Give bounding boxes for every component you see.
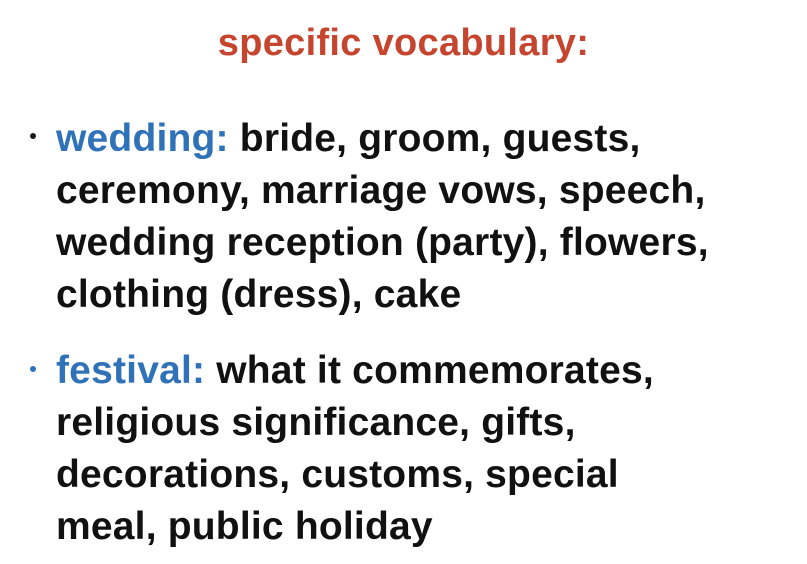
bullet-text: wedding: bride, groom, guests, ceremony,… xyxy=(56,113,800,321)
bullet-label-wedding: wedding: xyxy=(56,117,229,160)
bullet-label-festival: festival: xyxy=(56,349,206,392)
bullet-dot xyxy=(30,366,36,372)
slide-title: specific vocabulary: xyxy=(217,22,590,64)
bullet-line: what it commemorates, xyxy=(216,349,654,392)
bullet-dot xyxy=(30,133,36,139)
bullet-line: meal, public holiday xyxy=(56,505,433,548)
bullet-line: wedding reception (party), flowers, xyxy=(56,221,709,264)
bullet-wedding: wedding: bride, groom, guests, ceremony,… xyxy=(20,113,800,321)
bullet-line: bride, groom, guests, xyxy=(239,117,641,160)
bullet-festival: festival: what it commemorates, religiou… xyxy=(20,345,800,553)
slide: specific vocabulary: wedding: bride, gro… xyxy=(0,0,807,564)
bullet-line: religious significance, gifts, xyxy=(56,401,576,444)
bullet-text: festival: what it commemorates, religiou… xyxy=(56,345,800,553)
bullet-line: ceremony, marriage vows, speech, xyxy=(56,169,706,212)
bullet-line: clothing (dress), cake xyxy=(56,273,462,316)
bullet-line: decorations, customs, special xyxy=(56,453,619,496)
